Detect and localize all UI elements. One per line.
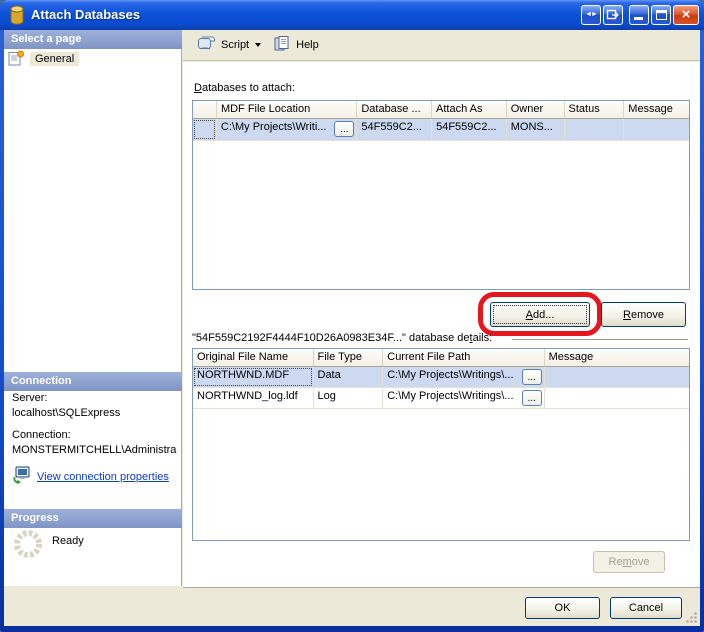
connection-value: MONSTERMITCHELL\Administra xyxy=(12,444,176,456)
close-button[interactable]: × xyxy=(673,5,699,25)
progress-status: Ready xyxy=(52,535,84,547)
page-icon xyxy=(8,50,24,69)
column-header-original-file-name: Original File Name xyxy=(193,349,314,367)
owner-cell[interactable]: MONS... xyxy=(507,119,565,141)
titlebar[interactable]: Attach Databases ◄► × xyxy=(0,0,704,30)
minimize-icon xyxy=(634,17,643,20)
help-button[interactable]: Help xyxy=(267,33,325,57)
file-type-cell[interactable]: Data xyxy=(314,367,384,388)
connection-label: Connection: xyxy=(12,429,71,441)
column-header-mdf-file-location: MDF File Location xyxy=(217,101,357,119)
browse-button[interactable]: ... xyxy=(334,121,354,137)
attach-databases-dialog: Attach Databases ◄► × Select a page xyxy=(0,0,704,632)
maximize-button[interactable] xyxy=(651,5,671,25)
left-right-arrows-icon: ◄► xyxy=(582,6,600,24)
server-label: Server: xyxy=(12,392,47,404)
view-connection-properties-link[interactable]: View connection properties xyxy=(37,471,169,483)
scroll-icon xyxy=(197,35,216,55)
message-cell[interactable] xyxy=(545,367,689,388)
progress-header: Progress xyxy=(4,509,182,528)
script-button[interactable]: Script xyxy=(191,33,267,57)
column-header-file-type: File Type xyxy=(314,349,384,367)
database-details-label: "54F559C2192F4444F10D26A0983E34F..." dat… xyxy=(192,332,492,344)
ok-button[interactable]: OK xyxy=(525,597,600,619)
column-header-row-selector xyxy=(193,101,217,119)
column-header-message: Message xyxy=(545,349,689,367)
sidebar-item-general-label: General xyxy=(30,52,79,66)
column-header-status: Status xyxy=(565,101,625,119)
details-separator-line xyxy=(512,339,688,340)
maximize-icon xyxy=(656,10,667,20)
column-header-database: Database ... xyxy=(357,101,432,119)
original-file-name-cell[interactable]: NORTHWND.MDF xyxy=(193,367,314,388)
databases-to-attach-label: Databases to attach: xyxy=(194,82,295,94)
resize-grip[interactable] xyxy=(685,611,698,624)
focus-rectangle xyxy=(194,120,215,139)
database-details-grid[interactable]: Original File Name File Type Current Fil… xyxy=(192,348,690,541)
browse-button[interactable]: ... xyxy=(522,390,542,406)
original-file-name-cell[interactable]: NORTHWND_log.ldf xyxy=(193,388,314,409)
database-name-cell[interactable]: 54F559C2... xyxy=(357,119,432,141)
pop-out-icon xyxy=(606,13,620,25)
column-header-owner: Owner xyxy=(507,101,565,119)
help-pages-icon xyxy=(273,35,291,55)
sidebar xyxy=(4,30,182,586)
attach-as-cell[interactable]: 54F559C2... xyxy=(432,119,507,141)
add-button-focus xyxy=(493,305,587,324)
focus-rectangle xyxy=(194,368,312,386)
view-connection-properties-row: View connection properties xyxy=(12,466,169,488)
computer-icon xyxy=(12,466,32,488)
select-a-page-header: Select a page xyxy=(4,30,182,49)
attach-grid-row[interactable]: C:\My Projects\Writi...... 54F559C2... 5… xyxy=(193,119,689,141)
database-icon xyxy=(9,5,25,28)
column-header-current-file-path: Current File Path xyxy=(383,349,544,367)
server-value: localhost\SQLExpress xyxy=(12,407,120,419)
close-icon: × xyxy=(674,6,698,24)
file-type-cell[interactable]: Log xyxy=(314,388,384,409)
mdf-file-location-cell[interactable]: C:\My Projects\Writi...... xyxy=(217,119,357,141)
float-window-button[interactable] xyxy=(603,5,623,25)
minimize-button[interactable] xyxy=(629,5,649,25)
window-title: Attach Databases xyxy=(31,0,140,29)
add-button[interactable]: Add... xyxy=(490,302,590,327)
row-selector-cell[interactable] xyxy=(193,119,217,141)
current-file-path-cell[interactable]: C:\My Projects\Writings\...... xyxy=(383,388,544,409)
help-label: Help xyxy=(296,39,319,51)
connection-header: Connection xyxy=(4,372,182,391)
switch-pane-button[interactable]: ◄► xyxy=(581,5,601,25)
remove-button[interactable]: Remove xyxy=(601,302,686,327)
status-cell[interactable] xyxy=(565,119,625,141)
details-grid-row[interactable]: NORTHWND.MDF Data C:\My Projects\Writing… xyxy=(193,367,689,388)
cancel-button[interactable]: Cancel xyxy=(610,597,682,619)
current-file-path-cell[interactable]: C:\My Projects\Writings\...... xyxy=(383,367,544,388)
script-label: Script xyxy=(221,39,249,51)
chevron-down-icon xyxy=(255,43,261,47)
column-header-attach-as: Attach As xyxy=(432,101,507,119)
details-grid-row[interactable]: NORTHWND_log.ldf Log C:\My Projects\Writ… xyxy=(193,388,689,409)
attach-grid-header: MDF File Location Database ... Attach As… xyxy=(193,101,689,119)
details-grid-header: Original File Name File Type Current Fil… xyxy=(193,349,689,367)
browse-button[interactable]: ... xyxy=(522,369,542,385)
message-cell[interactable] xyxy=(545,388,689,409)
toolbar: Script Help xyxy=(183,30,700,61)
remove-details-button[interactable]: Remove xyxy=(593,551,665,573)
spinner-icon xyxy=(12,528,44,563)
column-header-message: Message xyxy=(624,101,689,119)
sidebar-item-general[interactable]: General xyxy=(8,50,79,68)
message-cell[interactable] xyxy=(624,119,689,141)
databases-to-attach-grid[interactable]: MDF File Location Database ... Attach As… xyxy=(192,100,690,290)
